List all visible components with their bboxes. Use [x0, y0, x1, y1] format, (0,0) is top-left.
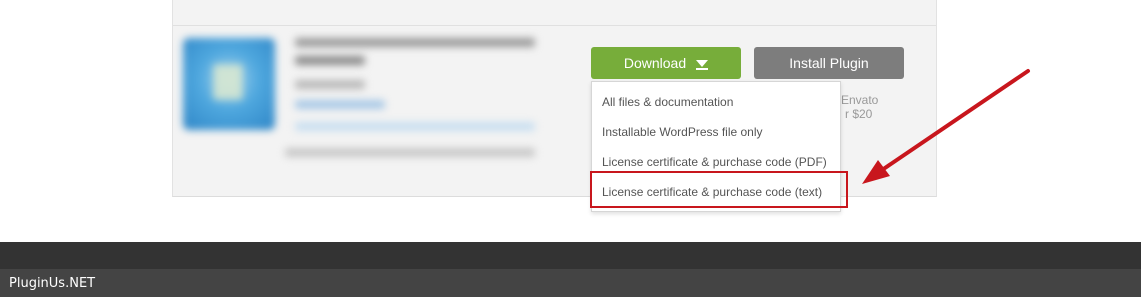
- footer-brand: PluginUs.NET: [9, 276, 96, 291]
- footer-bar: [0, 269, 1141, 297]
- footer-dark-band: [0, 242, 1141, 269]
